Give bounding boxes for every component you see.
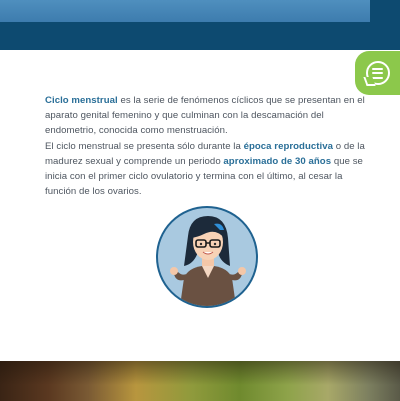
woman-avatar-illustration: [156, 206, 258, 308]
term-ciclo-menstrual: Ciclo menstrual: [45, 95, 118, 106]
header-banner: [0, 0, 400, 50]
chat-bubble-icon: [365, 61, 390, 85]
article-text: Ciclo menstrual es la serie de fenómenos…: [45, 93, 375, 199]
paragraph-period: El ciclo menstrual se presenta sólo dura…: [45, 139, 375, 200]
term-aproximado-30-anos: aproximado de 30 años: [223, 155, 332, 167]
woman-avatar-icon: [170, 216, 246, 306]
paragraph-definition: Ciclo menstrual es la serie de fenómenos…: [45, 93, 375, 139]
bottom-photo-banner: [0, 361, 400, 401]
paragraph-text: El ciclo menstrual se presenta sólo dura…: [45, 140, 244, 152]
header-image-strip: [0, 0, 370, 22]
term-epoca-reproductiva: época reproductiva: [243, 140, 333, 152]
chat-button[interactable]: [355, 51, 400, 95]
